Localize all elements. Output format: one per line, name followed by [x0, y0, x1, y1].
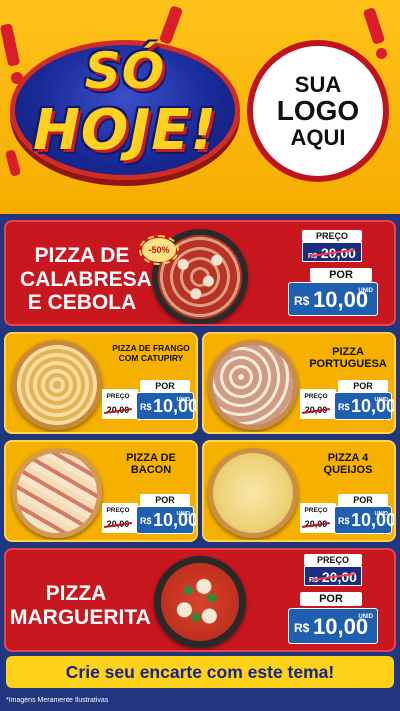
pizza-portuguesa-image: [208, 340, 298, 430]
new-price-currency: R$: [338, 516, 350, 526]
preco-label: PREÇO: [304, 554, 362, 566]
pizza-frango-image: [12, 340, 102, 430]
new-price: R$ 10,00 UNID: [136, 506, 196, 534]
card-4-queijos: PIZZA 4 QUEIJOS PREÇO 20,00 POR R$ 10,00…: [202, 440, 396, 542]
header-banner: SÓ HOJE! SUA LOGO AQUI: [0, 0, 400, 214]
headline-so: SÓ: [84, 42, 166, 100]
featured-card-marguerita: PIZZA MARGUERITA PREÇO R$ 20,00 POR R$ 1…: [4, 548, 396, 652]
price-widget-portuguesa: PREÇO 20,00 POR R$ 10,00 UNID: [300, 380, 394, 422]
new-price-currency: R$: [140, 402, 152, 412]
new-price-currency: R$: [294, 294, 310, 308]
featured-title-marguerita: PIZZA MARGUERITA: [10, 582, 151, 629]
card-frango: PIZZA DE FRANGO COM CATUPIRY PREÇO 20,00…: [4, 332, 198, 434]
title-4-queijos: PIZZA 4 QUEIJOS: [323, 452, 373, 477]
old-price: 20,00: [102, 516, 134, 532]
new-price: R$ 10,00 UNID: [334, 392, 394, 420]
discount-badge: -50%: [139, 235, 179, 265]
exclamation-mark-right: [362, 7, 386, 45]
menu-panel: PIZZA DE CALABRESA E CEBOLA -50% PREÇO R…: [0, 214, 400, 711]
por-label: POR: [140, 494, 190, 506]
new-price-currency: R$: [140, 516, 152, 526]
unid-label: UNID: [358, 614, 373, 620]
price-widget-calabresa: PREÇO R$ 20,00 POR R$ 10,00 UNID: [286, 226, 390, 322]
old-price: 20,00: [300, 516, 332, 532]
logo-placeholder: SUA LOGO AQUI: [247, 40, 389, 182]
new-price-value: 10,00: [153, 396, 198, 416]
new-price: R$ 10,00 UNID: [334, 506, 394, 534]
por-label: POR: [300, 592, 362, 606]
new-price-value: 10,00: [351, 396, 396, 416]
exclamation-dot-right: [376, 48, 387, 59]
old-price: R$ 20,00: [302, 242, 362, 262]
new-price-currency: R$: [294, 621, 310, 635]
new-price: R$ 10,00 UNID: [288, 608, 378, 644]
title-bacon: PIZZA DE BACON: [126, 452, 176, 477]
preco-label: PREÇO: [302, 230, 362, 242]
unid-label: UNID: [176, 511, 190, 517]
price-widget-4-queijos: PREÇO 20,00 POR R$ 10,00 UNID: [300, 494, 394, 536]
old-price: R$ 20,00: [304, 566, 362, 586]
so-hoje-badge: SÓ HOJE!: [10, 22, 240, 182]
cta-banner[interactable]: Crie seu encarte com este tema!: [6, 656, 394, 688]
preco-label: PREÇO: [304, 393, 328, 400]
por-label: POR: [310, 268, 372, 282]
price-widget-bacon: PREÇO 20,00 POR R$ 10,00 UNID: [102, 494, 196, 536]
por-label: POR: [338, 380, 388, 392]
new-price-currency: R$: [338, 402, 350, 412]
preco-label: PREÇO: [304, 507, 328, 514]
unid-label: UNID: [374, 511, 388, 517]
logo-text-logo: LOGO: [276, 95, 360, 127]
title-frango: PIZZA DE FRANGO COM CATUPIRY: [112, 343, 190, 363]
price-widget-frango: PREÇO 20,00 POR R$ 10,00 UNID: [102, 380, 196, 422]
new-price: R$ 10,00 UNID: [136, 392, 196, 420]
new-price-value: 10,00: [153, 510, 198, 530]
unid-label: UNID: [176, 397, 190, 403]
card-portuguesa: PIZZA PORTUGUESA PREÇO 20,00 POR R$ 10,0…: [202, 332, 396, 434]
price-widget-marguerita: PREÇO R$ 20,00 POR R$ 10,00 UNID: [286, 552, 390, 650]
logo-text-sua: SUA: [294, 72, 342, 98]
featured-card-calabresa: PIZZA DE CALABRESA E CEBOLA -50% PREÇO R…: [4, 220, 396, 326]
pizza-bacon-image: [12, 448, 102, 538]
unid-label: UNID: [374, 397, 388, 403]
logo-text-aqui: AQUI: [290, 124, 346, 150]
pizza-marguerita-image: [154, 556, 246, 648]
old-price: 20,00: [102, 402, 134, 418]
unid-label: UNID: [358, 288, 373, 294]
headline-hoje: HOJE!: [32, 98, 218, 163]
pizza-4-queijos-image: [208, 448, 298, 538]
old-price: 20,00: [300, 402, 332, 418]
new-price: R$ 10,00 UNID: [288, 282, 378, 316]
por-label: POR: [140, 380, 190, 392]
new-price-value: 10,00: [351, 510, 396, 530]
title-portuguesa: PIZZA PORTUGUESA: [309, 346, 387, 371]
preco-label: PREÇO: [106, 393, 130, 400]
card-bacon: PIZZA DE BACON PREÇO 20,00 POR R$ 10,00 …: [4, 440, 198, 542]
preco-label: PREÇO: [106, 507, 130, 514]
disclaimer-text: *Imagens Meramente Ilustrativas: [6, 697, 109, 704]
por-label: POR: [338, 494, 388, 506]
featured-title-calabresa: PIZZA DE CALABRESA E CEBOLA: [20, 244, 152, 315]
